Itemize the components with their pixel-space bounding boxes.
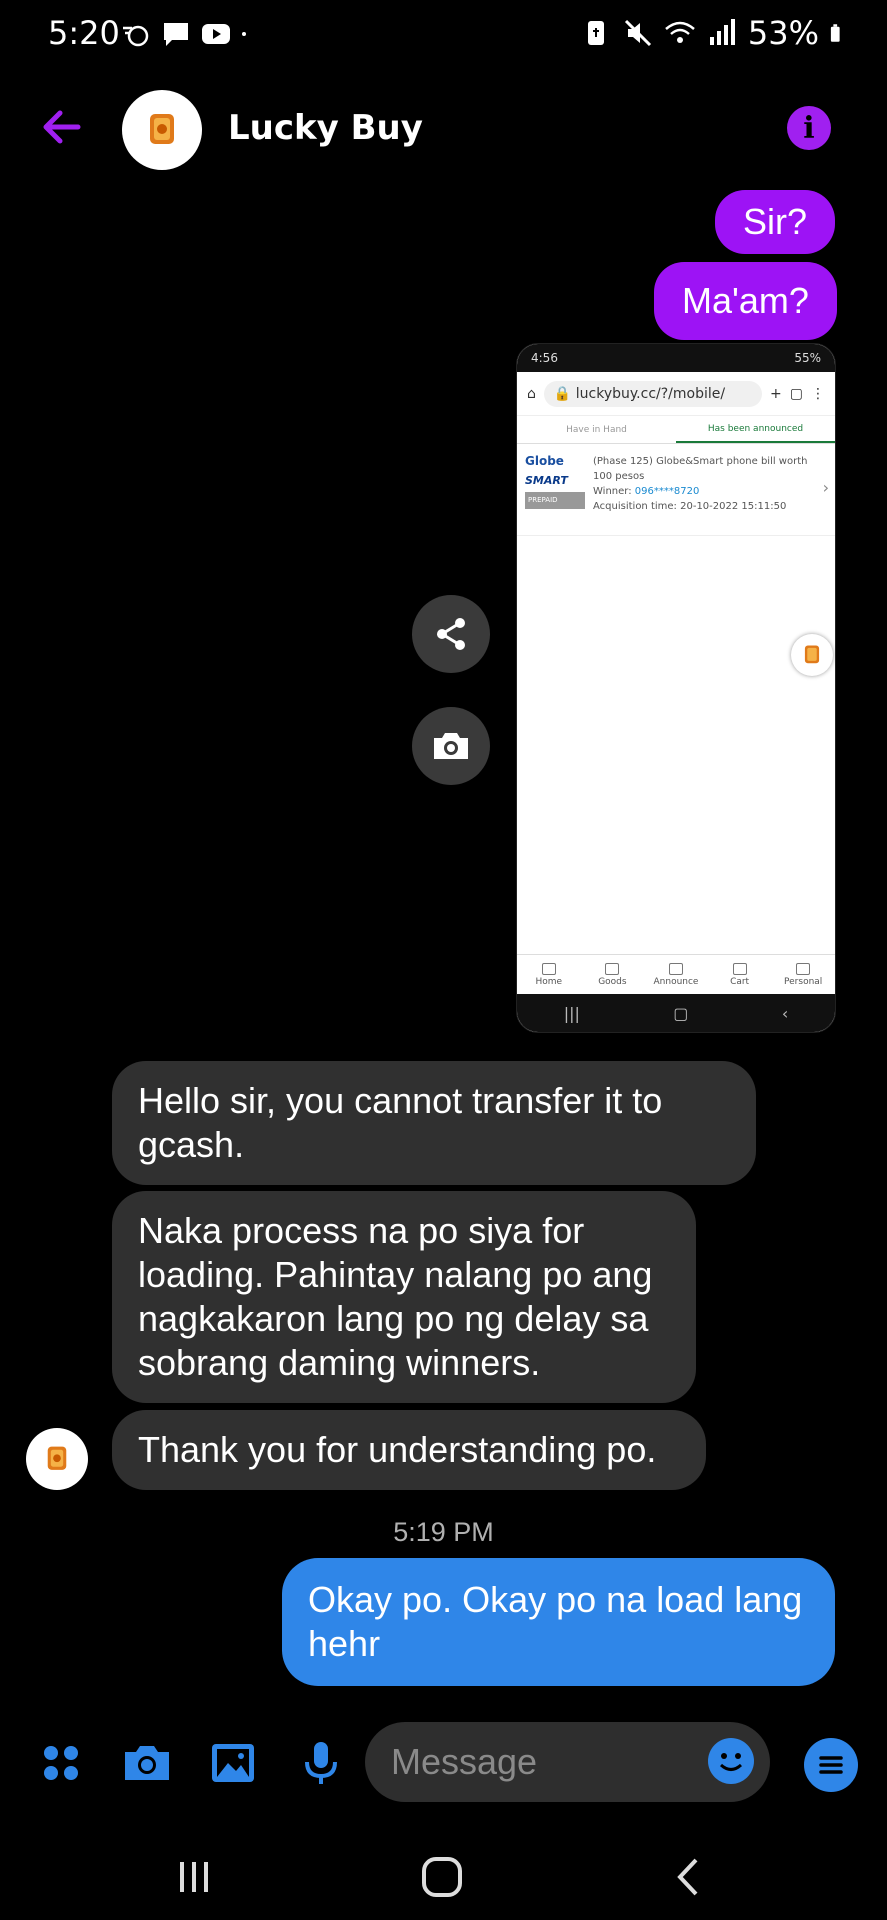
arrow-left-icon[interactable] xyxy=(36,102,86,152)
home-icon[interactable] xyxy=(412,1852,472,1902)
tab-has-been-announced: Has been announced xyxy=(676,416,835,443)
chevron-right-icon: › xyxy=(822,478,829,497)
kebab-menu-icon: ⋮ xyxy=(811,385,825,402)
shared-screenshot-image[interactable]: 4:56 55% ⌂ 🔒 luckybuy.cc/?/mobile/ + ▢ ⋮… xyxy=(516,343,836,1033)
dot-icon xyxy=(242,32,246,36)
status-bar: 5:20 53% xyxy=(0,0,887,70)
menu-icon[interactable] xyxy=(804,1738,858,1792)
acq-value: 20-10-2022 15:11:50 xyxy=(680,501,787,512)
message-text: Hello sir, you cannot transfer it to gca… xyxy=(138,1080,663,1165)
lucky-buy-float-icon xyxy=(791,634,833,676)
battery-percent: 53% xyxy=(747,14,819,52)
smart-sub: PREPAID xyxy=(525,492,585,509)
save-photo-button[interactable] xyxy=(412,707,490,785)
url-text: luckybuy.cc/?/mobile/ xyxy=(575,385,726,402)
signal-icon xyxy=(709,19,735,45)
item-acquisition: Acquisition time: 20-10-2022 15:11:50 xyxy=(593,499,827,514)
home-icon: ⌂ xyxy=(527,385,536,402)
system-status: 53% xyxy=(580,14,849,52)
winner-value: 096****8720 xyxy=(634,486,700,497)
winner-label: Winner: xyxy=(593,486,632,497)
screenshot-url: 🔒 luckybuy.cc/?/mobile/ xyxy=(543,380,763,407)
screenshot-list-item: Globe SMART PREPAID (Phase 125) Globe&Sm… xyxy=(517,444,835,536)
chat-title[interactable]: Lucky Buy xyxy=(228,108,423,148)
globe-smart-logo: Globe SMART PREPAID xyxy=(525,454,585,525)
recents-icon: ||| xyxy=(563,1003,580,1023)
screenshot-system-nav: ||| ▢ ‹ xyxy=(517,994,835,1032)
screenshot-status-bar: 4:56 55% xyxy=(517,344,835,372)
nav-personal: Personal xyxy=(771,955,835,994)
tabs-icon: ▢ xyxy=(789,385,803,402)
screenshot-tabs: Have in Hand Has been announced xyxy=(517,416,835,444)
incoming-message[interactable]: Naka process na po siya for loading. Pah… xyxy=(112,1191,696,1403)
share-button[interactable] xyxy=(412,595,490,673)
emoji-icon[interactable] xyxy=(708,1738,754,1784)
gallery-icon[interactable] xyxy=(208,1738,258,1788)
message-timestamp: 5:19 PM xyxy=(393,1517,494,1547)
chat-bubble-icon xyxy=(164,23,188,46)
youtube-icon xyxy=(202,24,230,44)
tracker-icon xyxy=(123,25,149,47)
message-text: Sir? xyxy=(743,201,808,242)
microphone-icon[interactable] xyxy=(296,1738,346,1788)
camera-icon xyxy=(434,733,468,759)
nav-goods: Goods xyxy=(581,955,645,994)
nav-label: Personal xyxy=(784,976,823,987)
item-title: (Phase 125) Globe&Smart phone bill worth… xyxy=(593,456,808,482)
item-details: (Phase 125) Globe&Smart phone bill worth… xyxy=(593,454,827,525)
nav-label: Home xyxy=(535,976,563,987)
lucky-buy-logo-icon xyxy=(150,114,174,144)
smart-logo: SMART xyxy=(525,474,568,487)
screenshot-time: 4:56 xyxy=(531,351,558,365)
notification-icons xyxy=(120,18,256,50)
camera-icon[interactable] xyxy=(122,1738,172,1788)
item-winner: Winner: 096****8720 xyxy=(593,484,827,499)
acq-label: Acquisition time: xyxy=(593,501,677,512)
sender-avatar[interactable] xyxy=(26,1428,88,1490)
nav-label: Announce xyxy=(653,976,699,987)
plus-icon: + xyxy=(770,385,782,402)
nav-announce: Announce xyxy=(644,955,708,994)
message-text: Ma'am? xyxy=(682,280,809,321)
screenshot-battery: 55% xyxy=(794,351,821,365)
globe-logo: Globe xyxy=(525,454,564,468)
status-time: 5:20 xyxy=(48,14,120,52)
outgoing-message[interactable]: Okay po. Okay po na load lang hehr xyxy=(282,1558,835,1686)
battery-saver-icon xyxy=(587,21,604,45)
incoming-message[interactable]: Hello sir, you cannot transfer it to gca… xyxy=(112,1061,756,1185)
avatar[interactable] xyxy=(122,90,202,170)
nav-label: Cart xyxy=(730,976,750,987)
message-composer xyxy=(0,1718,887,1808)
nav-cart: Cart xyxy=(708,955,772,994)
apps-icon[interactable] xyxy=(36,1738,86,1788)
info-icon[interactable]: i xyxy=(787,106,831,150)
recents-icon[interactable] xyxy=(164,1852,224,1902)
nav-home: Home xyxy=(517,955,581,994)
system-navigation-bar xyxy=(0,1830,887,1920)
message-text: Thank you for understanding po. xyxy=(138,1429,657,1470)
screenshot-bottom-nav: Home Goods Announce Cart Personal xyxy=(517,954,835,994)
back-chevron-icon: ‹ xyxy=(781,1003,789,1023)
battery-icon xyxy=(830,24,840,42)
outgoing-message-sir[interactable]: Sir? xyxy=(715,190,836,254)
tab-have-in-hand: Have in Hand xyxy=(566,424,627,435)
outgoing-message-maam[interactable]: Ma'am? xyxy=(654,262,837,340)
chat-header: Lucky Buy i xyxy=(0,80,887,180)
wifi-icon xyxy=(665,21,695,43)
message-text: Naka process na po siya for loading. Pah… xyxy=(138,1210,653,1383)
nav-label: Goods xyxy=(598,976,627,987)
incoming-message[interactable]: Thank you for understanding po. xyxy=(112,1410,706,1490)
message-text: Okay po. Okay po na load lang hehr xyxy=(308,1579,803,1664)
back-icon[interactable] xyxy=(660,1852,720,1902)
lucky-buy-logo-icon xyxy=(47,1446,67,1470)
home-circle-icon: ▢ xyxy=(673,1003,689,1023)
share-icon xyxy=(437,618,465,650)
mute-icon xyxy=(624,19,651,47)
screenshot-url-bar: ⌂ 🔒 luckybuy.cc/?/mobile/ + ▢ ⋮ xyxy=(517,372,835,416)
